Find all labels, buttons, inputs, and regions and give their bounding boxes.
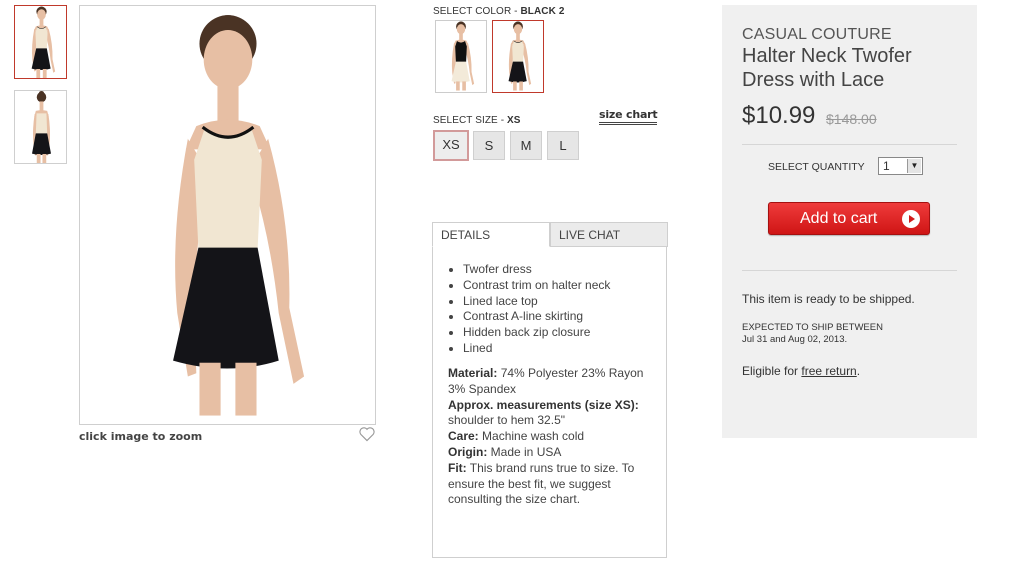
size-button-l[interactable]: L <box>547 131 579 160</box>
size-select-prefix: SELECT SIZE - <box>433 115 508 126</box>
spec-origin-value: Made in USA <box>487 444 562 459</box>
spec-measurements-value: shoulder to hem 32.5" <box>448 413 565 428</box>
thumbnail-back[interactable] <box>14 90 67 164</box>
size-selected-value: XS <box>507 115 521 126</box>
size-chart-link[interactable]: size chart <box>599 108 658 125</box>
brand-name: CASUAL COUTURE <box>742 26 892 43</box>
purchase-panel: CASUAL COUTURE Halter Neck Twofer Dress … <box>722 5 977 438</box>
spec-material-label: Material: <box>448 366 498 380</box>
product-title: Halter Neck Twofer Dress with Lace <box>742 45 912 91</box>
add-to-cart-button[interactable]: Add to cart <box>768 202 930 235</box>
list-item: Contrast trim on halter neck <box>463 278 610 294</box>
color-select-prefix: SELECT COLOR - <box>433 6 521 17</box>
heart-outline-icon[interactable] <box>358 426 376 442</box>
color-swatch-ivory[interactable] <box>435 20 487 93</box>
spec-measurements: Approx. measurements (size XS): shoulder… <box>448 398 660 430</box>
return-eligibility: Eligible for free return. <box>742 364 860 378</box>
arrow-right-circle-icon <box>902 210 920 228</box>
sale-price: $10.99 <box>742 102 816 129</box>
color-swatch-black-2-image <box>508 21 532 91</box>
tab-details[interactable]: DETAILS <box>432 222 550 247</box>
free-return-link[interactable]: free return <box>801 364 856 378</box>
shipping-status: This item is ready to be shipped. <box>742 292 915 306</box>
list-item: Lined lace top <box>463 294 610 310</box>
list-item: Contrast A-line skirting <box>463 309 610 325</box>
list-item: Hidden back zip closure <box>463 325 610 341</box>
spec-material: Material: 74% Polyester 23% Rayon 3% Spa… <box>448 366 660 398</box>
thumbnail-front-image <box>31 6 56 78</box>
chevron-down-icon[interactable]: ▼ <box>907 159 921 173</box>
quantity-select[interactable]: 1 ▼ <box>878 157 923 175</box>
spec-care-value: Machine wash cold <box>478 429 585 444</box>
spec-measurements-label: Approx. measurements (size XS): <box>448 397 639 412</box>
details-specs: Material: 74% Polyester 23% Rayon 3% Spa… <box>448 366 660 508</box>
details-tab-panel: DETAILS LIVE CHAT Twofer dress Contrast … <box>432 222 668 558</box>
divider <box>742 144 957 145</box>
spec-care-label: Care: <box>448 429 479 444</box>
color-swatch-black-2[interactable] <box>492 20 544 93</box>
spec-origin-label: Origin: <box>448 444 488 459</box>
size-button-m[interactable]: M <box>510 131 542 160</box>
tab-live-chat[interactable]: LIVE CHAT <box>550 222 668 247</box>
spec-fit-label: Fit: <box>448 460 467 475</box>
return-suffix: . <box>856 364 861 378</box>
size-button-xs[interactable]: XS <box>433 130 469 161</box>
expected-ship-dates: Jul 31 and Aug 02, 2013. <box>742 334 848 345</box>
thumbnail-back-image <box>32 91 51 163</box>
expected-ship-label: EXPECTED TO SHIP BETWEEN <box>742 322 883 333</box>
main-model-photo <box>171 13 306 418</box>
size-select-label: SELECT SIZE - XS <box>433 115 521 126</box>
details-bullet-list: Twofer dress Contrast trim on halter nec… <box>463 262 610 357</box>
list-item: Lined <box>463 341 610 357</box>
color-select-label: SELECT COLOR - BLACK 2 <box>433 6 565 17</box>
divider <box>742 270 957 271</box>
size-button-s[interactable]: S <box>473 131 505 160</box>
spec-origin: Origin: Made in USA <box>448 445 660 461</box>
spec-fit: Fit: This brand runs true to size. To en… <box>448 461 660 508</box>
return-prefix: Eligible for <box>742 364 802 378</box>
original-price: $148.00 <box>826 111 877 127</box>
list-item: Twofer dress <box>463 262 610 278</box>
add-to-cart-label: Add to cart <box>800 210 878 227</box>
thumbnail-front[interactable] <box>14 5 67 79</box>
quantity-label: SELECT QUANTITY <box>768 161 865 173</box>
color-swatch-ivory-image <box>451 21 475 91</box>
main-product-image[interactable] <box>79 5 376 425</box>
color-selected-value: BLACK 2 <box>520 6 565 17</box>
spec-care: Care: Machine wash cold <box>448 429 660 445</box>
quantity-value: 1 <box>883 159 890 173</box>
spec-fit-value: This brand runs true to size. To ensure … <box>448 460 635 507</box>
zoom-hint: click image to zoom <box>79 430 203 443</box>
